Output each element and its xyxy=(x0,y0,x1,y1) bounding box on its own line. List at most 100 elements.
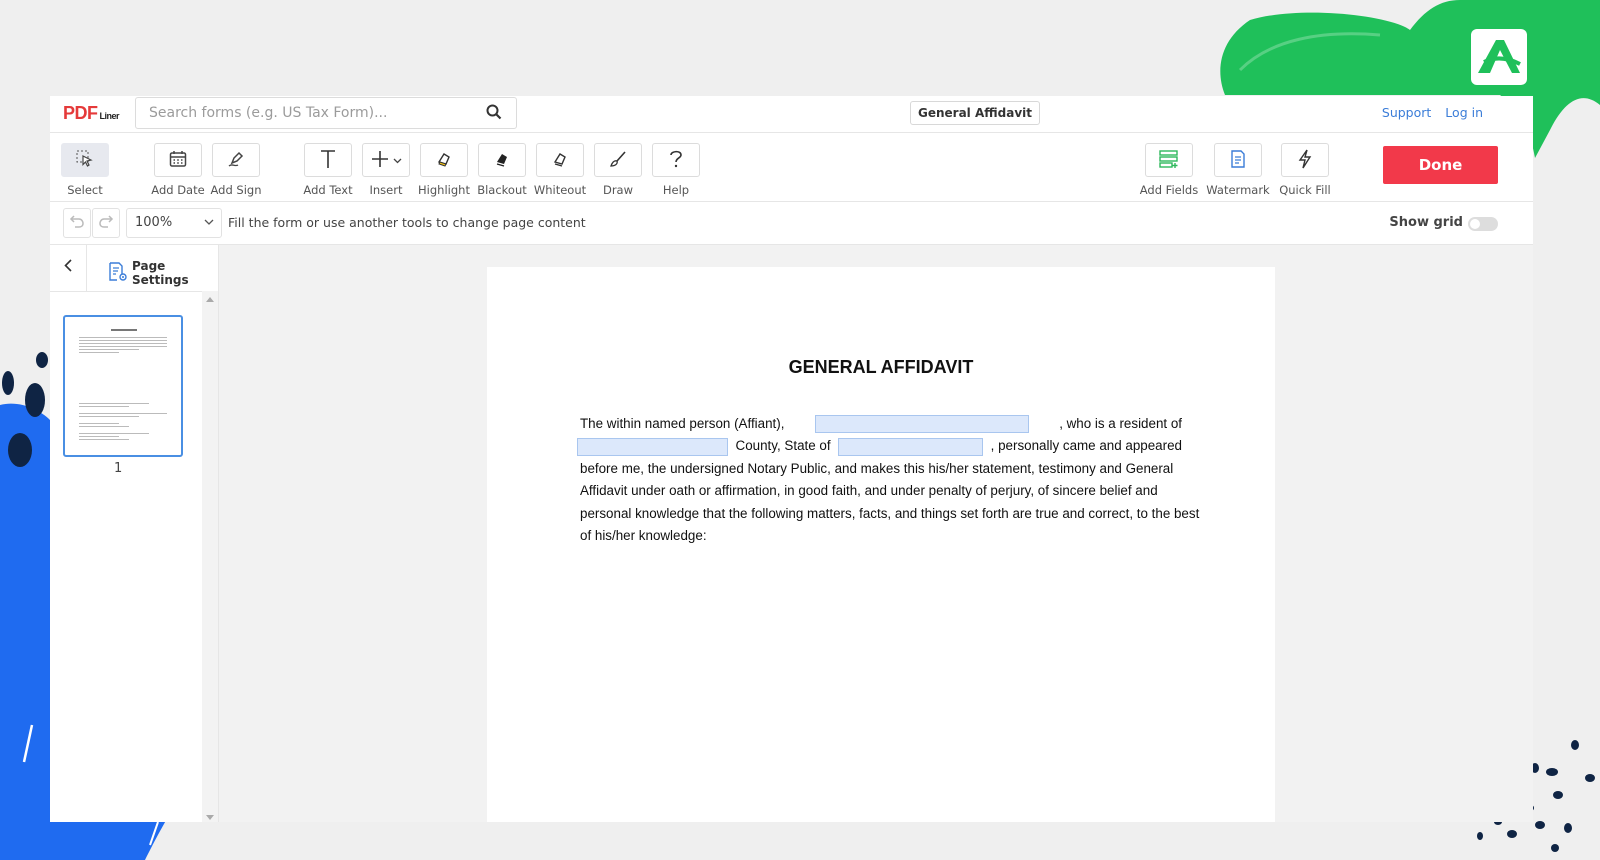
zoom-select[interactable]: 100% xyxy=(126,208,222,238)
chevron-down-icon xyxy=(204,209,214,237)
add-text-tool[interactable]: Add Text xyxy=(296,143,360,197)
top-bar: PDFLiner General Affidavit Support Log i… xyxy=(50,96,1533,133)
draw-label: Draw xyxy=(602,183,634,197)
affidavit-paragraph: The within named person (Affiant), , who… xyxy=(577,413,1199,547)
watermark-label: Watermark xyxy=(1206,183,1270,197)
zoom-value: 100% xyxy=(135,215,173,230)
document-page: GENERAL AFFIDAVIT The within named perso… xyxy=(487,267,1275,822)
undo-icon xyxy=(69,213,85,234)
lightning-icon xyxy=(1298,149,1312,172)
navy-marks-decoration xyxy=(2,352,48,467)
show-grid-label: Show grid xyxy=(1389,215,1463,230)
affiant-name-field[interactable] xyxy=(814,415,1029,434)
line6-text: of his/her knowledge: xyxy=(580,528,707,544)
county-field[interactable] xyxy=(577,437,728,456)
highlight-tool[interactable]: Highlight xyxy=(412,143,476,197)
plus-icon xyxy=(371,150,389,171)
document-title[interactable]: General Affidavit xyxy=(910,101,1041,125)
chevron-left-icon xyxy=(64,259,72,277)
draw-brush-icon xyxy=(609,150,627,171)
paragraph-line: The within named person (Affiant), , who… xyxy=(580,413,1182,435)
add-text-label: Add Text xyxy=(303,183,353,197)
highlight-icon xyxy=(435,150,453,171)
calendar-icon xyxy=(169,150,187,171)
sidebar-header: Page Settings xyxy=(50,245,218,292)
add-fields-tool[interactable]: Add Fields xyxy=(1137,143,1201,197)
add-fields-icon xyxy=(1159,149,1179,172)
page-thumbnail-preview xyxy=(79,329,167,440)
page-settings-icon xyxy=(108,261,128,285)
select-tool[interactable]: Select xyxy=(53,143,117,197)
watermark-tool[interactable]: Watermark xyxy=(1206,143,1270,197)
add-fields-label: Add Fields xyxy=(1139,183,1199,197)
search-input[interactable] xyxy=(147,98,481,128)
done-button[interactable]: Done xyxy=(1383,146,1498,184)
collapse-sidebar-button[interactable] xyxy=(50,245,87,291)
add-date-tool[interactable]: Add Date xyxy=(146,143,210,197)
blackout-icon xyxy=(493,150,511,171)
page-settings-button[interactable]: Page Settings xyxy=(108,259,218,287)
select-tool-label: Select xyxy=(67,183,103,197)
page-sidebar: Page Settings 1 xyxy=(50,245,219,822)
sub-toolbar: 100% Fill the form or use another tools … xyxy=(50,202,1533,245)
page-settings-label: Page Settings xyxy=(132,259,189,287)
line5-text: personal knowledge that the following ma… xyxy=(580,505,1200,521)
sidebar-scrollbar[interactable] xyxy=(202,291,218,822)
select-cursor-icon xyxy=(76,150,94,171)
document-heading: GENERAL AFFIDAVIT xyxy=(788,357,974,377)
quick-fill-tool[interactable]: Quick Fill xyxy=(1273,143,1337,197)
line2-text-a: County, State of xyxy=(735,438,831,454)
toolbar: Select Add Date Add Sign Add Text Insert… xyxy=(50,133,1533,202)
state-field[interactable] xyxy=(838,437,984,456)
scroll-down-arrow[interactable] xyxy=(206,815,214,820)
add-sign-label: Add Sign xyxy=(210,183,262,197)
highlight-label: Highlight xyxy=(418,183,470,197)
whiteout-label: Whiteout xyxy=(533,183,587,197)
redo-button[interactable] xyxy=(92,208,120,238)
chevron-down-icon xyxy=(393,153,402,167)
add-date-label: Add Date xyxy=(151,183,205,197)
insert-label: Insert xyxy=(369,183,403,197)
show-grid-toggle[interactable] xyxy=(1468,217,1498,231)
undo-button[interactable] xyxy=(63,208,91,238)
login-link[interactable]: Log in xyxy=(1445,105,1483,120)
line1-text-b: , who is a resident of xyxy=(1059,416,1182,431)
redo-icon xyxy=(98,213,114,234)
whiteout-tool[interactable]: Whiteout xyxy=(528,143,592,197)
paragraph-line: before me, the undersigned Notary Public… xyxy=(580,458,1182,480)
support-link[interactable]: Support xyxy=(1382,105,1431,120)
help-tool[interactable]: Help xyxy=(644,143,708,197)
paragraph-line: of his/her knowledge: xyxy=(580,525,1182,547)
paragraph-line: personal knowledge that the following ma… xyxy=(580,503,1199,525)
search-box xyxy=(135,97,517,129)
sign-pen-icon xyxy=(227,150,245,171)
help-icon xyxy=(669,149,683,172)
line2-text-b: , personally came and appeared xyxy=(990,438,1182,454)
draw-tool[interactable]: Draw xyxy=(586,143,650,197)
line1-text-a: The within named person (Affiant), xyxy=(580,416,785,431)
add-sign-tool[interactable]: Add Sign xyxy=(204,143,268,197)
paragraph-line: Affidavit under oath or affirmation, in … xyxy=(580,480,1182,502)
search-icon[interactable] xyxy=(486,104,502,125)
logo-sub-text: Liner xyxy=(99,111,120,121)
help-label: Help xyxy=(662,183,690,197)
line3-text: before me, the undersigned Notary Public… xyxy=(580,460,1174,476)
pdfliner-logo[interactable]: PDF Liner xyxy=(63,103,120,124)
top-links: Support Log in xyxy=(1372,105,1483,120)
whiteout-icon xyxy=(551,150,569,171)
quick-fill-label: Quick Fill xyxy=(1279,183,1331,197)
pdf-badge-icon xyxy=(1471,29,1527,85)
document-canvas: GENERAL AFFIDAVIT The within named perso… xyxy=(219,245,1533,822)
insert-tool[interactable]: Insert xyxy=(354,143,418,197)
hint-text: Fill the form or use another tools to ch… xyxy=(228,215,586,230)
line4-text: Affidavit under oath or affirmation, in … xyxy=(580,483,1158,499)
paragraph-line: County, State of , personally came and a… xyxy=(577,435,1182,457)
page-thumbnail[interactable] xyxy=(63,315,183,457)
scroll-up-arrow[interactable] xyxy=(206,297,214,302)
blackout-label: Blackout xyxy=(477,183,527,197)
watermark-icon xyxy=(1229,149,1247,172)
editor-window: PDFLiner General Affidavit Support Log i… xyxy=(50,96,1533,822)
blackout-tool[interactable]: Blackout xyxy=(470,143,534,197)
logo-main-text: PDF xyxy=(63,103,98,123)
text-icon xyxy=(319,149,337,172)
